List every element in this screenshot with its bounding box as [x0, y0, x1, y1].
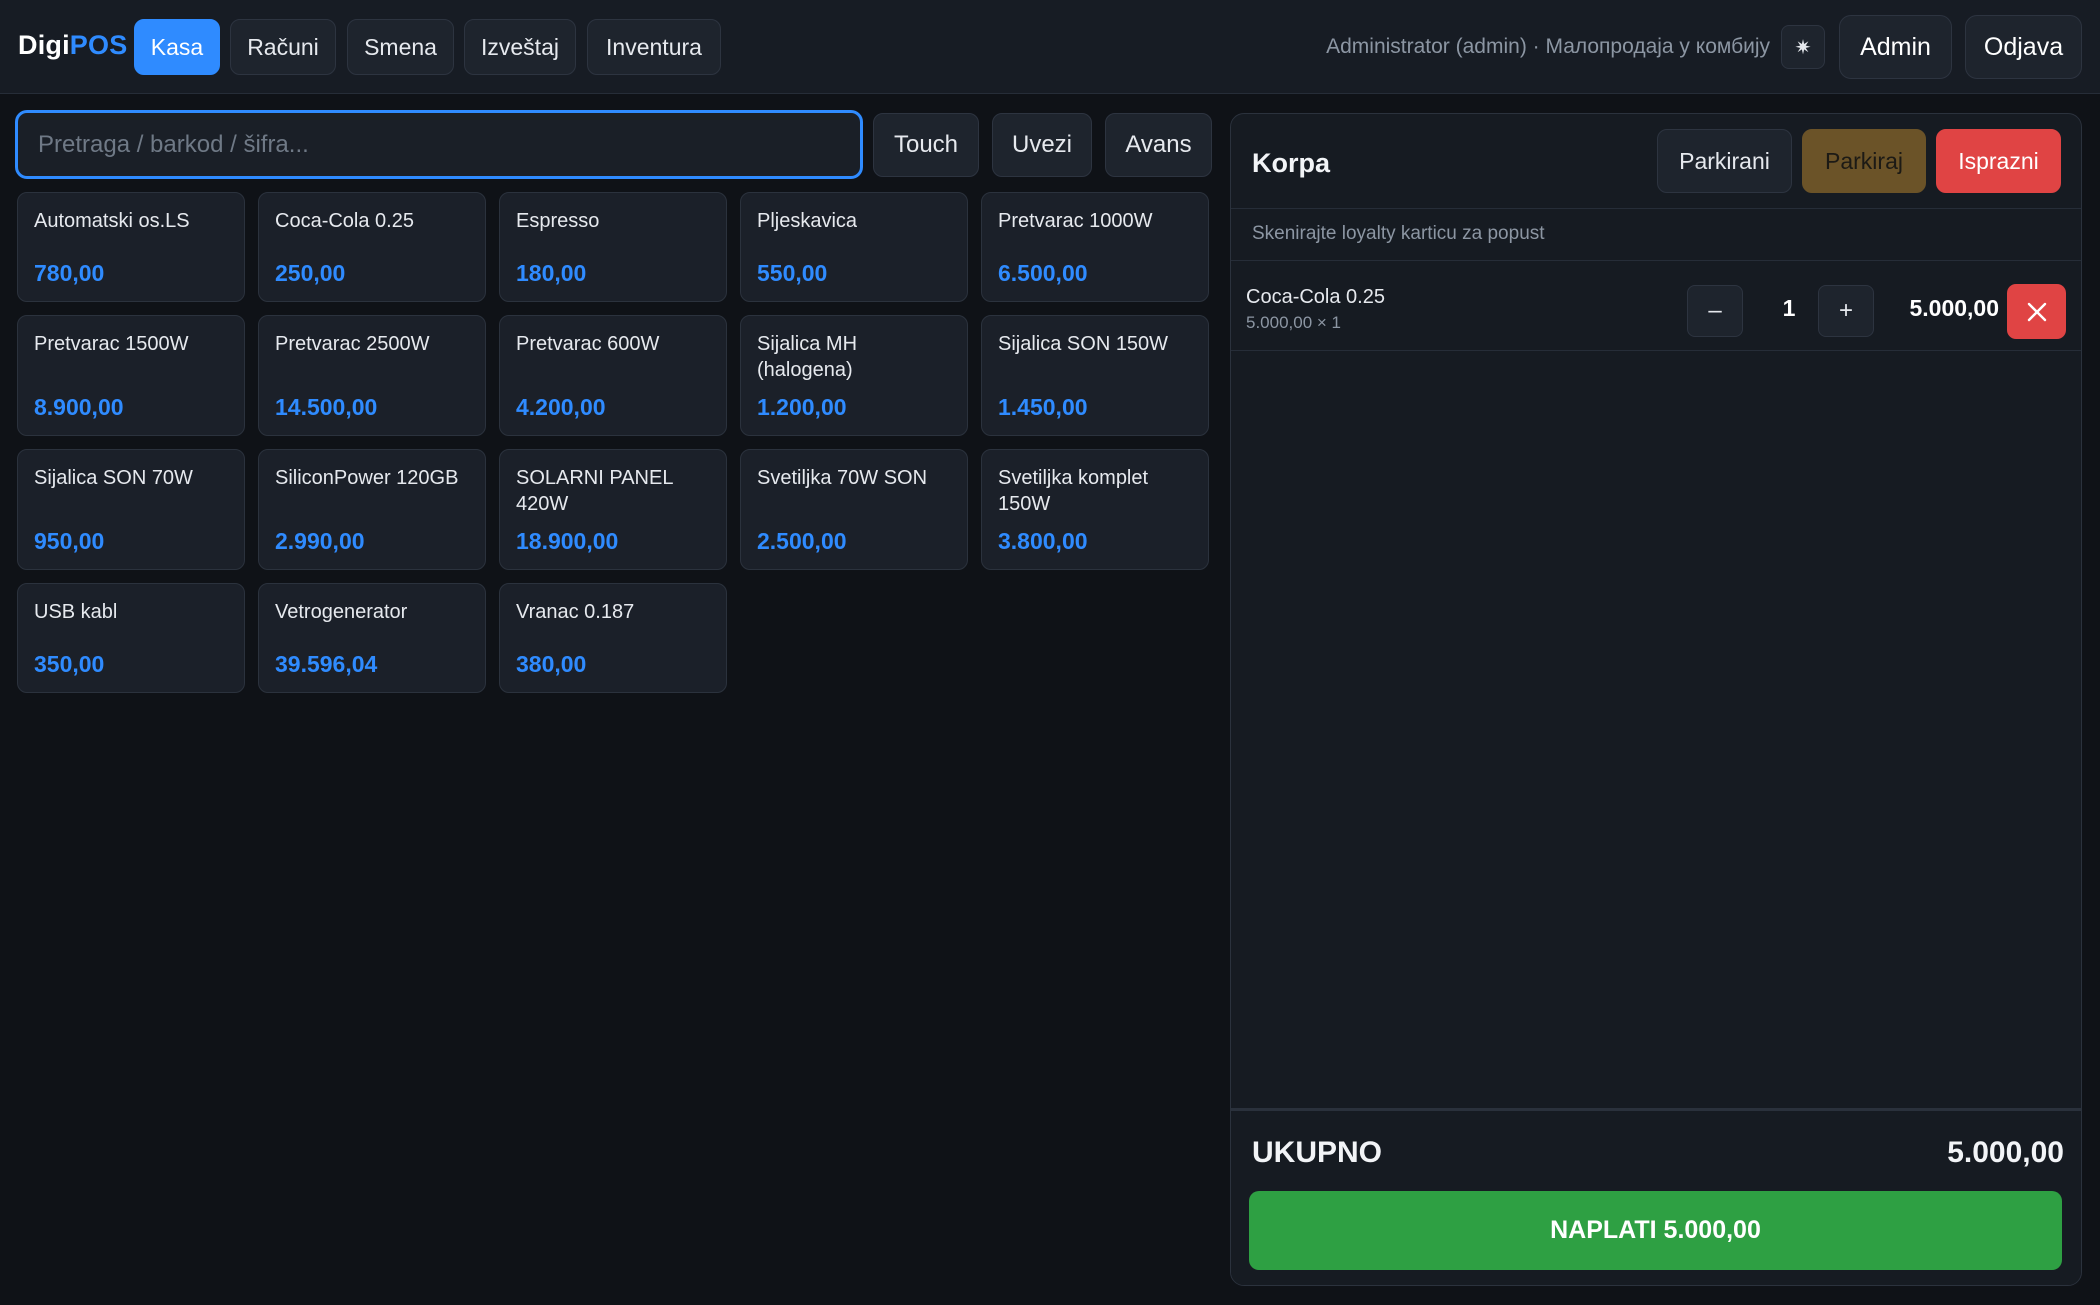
product-price: 250,00	[275, 260, 346, 286]
product-name: SiliconPower 120GB	[275, 467, 459, 489]
product-price: 4.200,00	[516, 394, 606, 420]
product-price: 180,00	[516, 260, 587, 286]
pay-button[interactable]: NAPLATI 5.000,00	[1249, 1191, 2062, 1270]
product-price: 380,00	[516, 651, 587, 677]
parked-button[interactable]: Parkirani	[1657, 129, 1792, 193]
product-price: 2.990,00	[275, 528, 365, 554]
product-name: Coca-Cola 0.25	[275, 210, 414, 232]
product-price: 39.596,04	[275, 651, 378, 677]
clear-cart-button[interactable]: Isprazni	[1936, 129, 2061, 193]
product-tile[interactable]: Svetiljka 70W SON 2.500,00	[740, 449, 968, 570]
product-tile[interactable]: USB kabl 350,00	[17, 583, 245, 693]
product-name: Pretvarac 600W	[516, 333, 660, 355]
product-tile[interactable]: Coca-Cola 0.25 250,00	[258, 192, 486, 302]
product-name: Sijalica SON 150W	[998, 333, 1169, 355]
nav-inventura[interactable]: Inventura	[587, 19, 721, 75]
product-price: 950,00	[34, 528, 105, 554]
divider	[1231, 208, 2081, 209]
product-tile[interactable]: Vranac 0.187 380,00	[499, 583, 727, 693]
product-price: 18.900,00	[516, 528, 619, 554]
nav-kasa[interactable]: Kasa	[134, 19, 220, 75]
park-button[interactable]: Parkiraj	[1802, 129, 1926, 193]
product-name: Automatski os.LS	[34, 210, 190, 232]
cart-footer: UKUPNO 5.000,00 NAPLATI 5.000,00	[1231, 1108, 2081, 1285]
nav-izvestaj[interactable]: Izveštaj	[464, 19, 576, 75]
nav-racuni[interactable]: Računi	[230, 19, 336, 75]
product-name: Vranac 0.187	[516, 601, 635, 623]
product-price: 6.500,00	[998, 260, 1088, 286]
line-item-name: Coca-Cola 0.25	[1246, 286, 1385, 308]
logout-button[interactable]: Odjava	[1965, 15, 2082, 79]
user-info: Administrator (admin) · Малопродаја у ко…	[1326, 35, 1770, 58]
product-name: Sijalica MH (halogena)	[757, 333, 858, 381]
product-price: 1.450,00	[998, 394, 1088, 420]
product-tile[interactable]: Automatski os.LS 780,00	[17, 192, 245, 302]
cart-panel: Korpa Parkirani Parkiraj Isprazni Skenir…	[1230, 113, 2082, 1286]
product-price: 3.800,00	[998, 528, 1088, 554]
cart-line-item: Coca-Cola 0.25 5.000,00 × 1 – 1 + 5.000,…	[1231, 261, 2081, 351]
product-grid: Automatski os.LS 780,00 Coca-Cola 0.25 250…	[17, 192, 1213, 693]
loyalty-hint: Skenirajte loyalty karticu za popust	[1252, 223, 1545, 244]
product-tile[interactable]: Pretvarac 600W 4.200,00	[499, 315, 727, 436]
product-tile[interactable]: Pretvarac 1500W 8.900,00	[17, 315, 245, 436]
product-name: Pretvarac 1000W	[998, 210, 1153, 232]
product-tile[interactable]: Svetiljka komplet 150W 3.800,00	[981, 449, 1209, 570]
product-name: Pretvarac 1500W	[34, 333, 189, 355]
app-logo: DigiPOS	[18, 30, 127, 61]
product-price: 1.200,00	[757, 394, 847, 420]
product-tile[interactable]: Pretvarac 2500W 14.500,00	[258, 315, 486, 436]
product-name: Pljeskavica	[757, 210, 858, 232]
product-tile[interactable]: Pljeskavica 550,00	[740, 192, 968, 302]
product-name: Pretvarac 2500W	[275, 333, 430, 355]
product-price: 8.900,00	[34, 394, 124, 420]
nav-smena[interactable]: Smena	[347, 19, 454, 75]
product-name: Svetiljka 70W SON	[757, 467, 928, 489]
total-label: UKUPNO	[1252, 1136, 1383, 1169]
product-price: 2.500,00	[757, 528, 847, 554]
increase-qty-button[interactable]: +	[1818, 285, 1874, 337]
line-item-qty: 1	[1782, 295, 1796, 321]
product-tile[interactable]: Sijalica SON 150W 1.450,00	[981, 315, 1209, 436]
cart-title: Korpa	[1252, 148, 1331, 178]
product-tile[interactable]: SiliconPower 120GB 2.990,00	[258, 449, 486, 570]
product-tile[interactable]: Sijalica SON 70W 950,00	[17, 449, 245, 570]
line-item-unit-price: 5.000,00 × 1	[1246, 313, 1342, 332]
remove-item-button[interactable]	[2007, 284, 2066, 339]
admin-button[interactable]: Admin	[1839, 15, 1952, 79]
close-icon	[2027, 302, 2046, 321]
product-tile[interactable]: Vetrogenerator 39.596,04	[258, 583, 486, 693]
touch-button[interactable]: Touch	[873, 113, 979, 177]
product-tile[interactable]: Sijalica MH (halogena) 1.200,00	[740, 315, 968, 436]
product-name: USB kabl	[34, 601, 118, 623]
product-tile[interactable]: Pretvarac 1000W 6.500,00	[981, 192, 1209, 302]
product-name: Svetiljka komplet 150W	[998, 467, 1149, 515]
top-bar: DigiPOS Kasa Računi Smena Izveštaj Inven…	[0, 0, 2100, 94]
product-name: Sijalica SON 70W	[34, 467, 193, 489]
product-name: Espresso	[516, 210, 600, 232]
brand-main: Digi	[18, 30, 70, 60]
product-price: 550,00	[757, 260, 828, 286]
line-item-total: 5.000,00	[1909, 295, 1999, 321]
advance-button[interactable]: Avans	[1105, 113, 1212, 177]
product-name: Vetrogenerator	[275, 601, 408, 623]
decrease-qty-button[interactable]: –	[1687, 285, 1743, 337]
product-price: 350,00	[34, 651, 105, 677]
total-value: 5.000,00	[1947, 1136, 2064, 1169]
import-button[interactable]: Uvezi	[992, 113, 1092, 177]
product-name: SOLARNI PANEL 420W	[516, 467, 673, 515]
brand-accent: POS	[69, 30, 128, 60]
product-tile[interactable]: SOLARNI PANEL 420W 18.900,00	[499, 449, 727, 570]
product-price: 780,00	[34, 260, 105, 286]
search-input[interactable]	[15, 110, 863, 179]
theme-toggle-icon[interactable]: ✷	[1781, 25, 1825, 69]
product-price: 14.500,00	[275, 394, 378, 420]
product-tile[interactable]: Espresso 180,00	[499, 192, 727, 302]
